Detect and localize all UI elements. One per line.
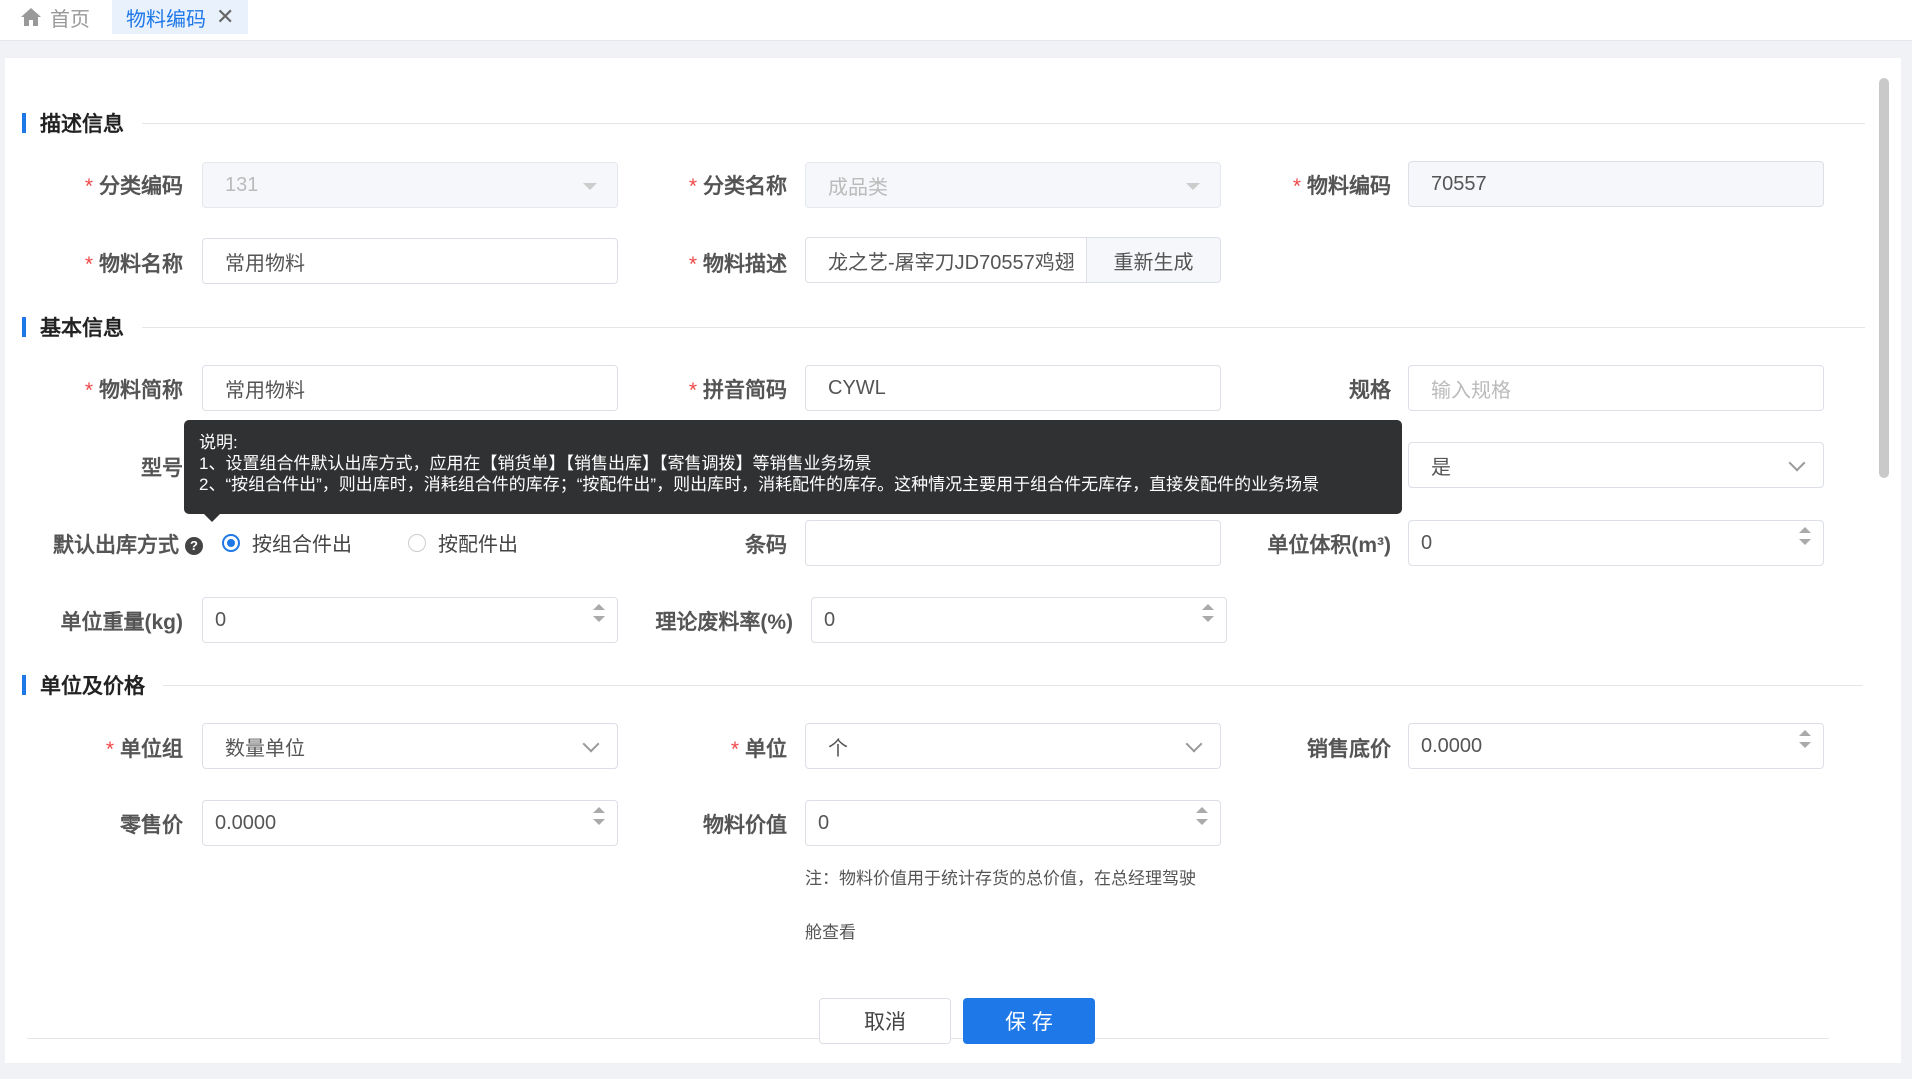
section-title: 单位及价格 [40, 675, 145, 698]
unit-group-select[interactable]: 数量单位 [202, 723, 618, 769]
radio-unchecked-icon [408, 533, 426, 552]
scrap-rate-input[interactable]: 0 [811, 597, 1227, 643]
spec-input[interactable]: 输入规格 [1408, 365, 1824, 411]
unit-select[interactable]: 个 [805, 723, 1221, 769]
unit-volume-input[interactable]: 0 [1408, 520, 1824, 566]
scrollbar-thumb[interactable] [1879, 78, 1889, 478]
spec-label: 规格 [1349, 379, 1391, 402]
category-name-select[interactable]: 成品类 [805, 162, 1221, 208]
section-divider [142, 326, 1865, 328]
outbound-help-tooltip: 说明: 1、设置组合件默认出库方式，应用在【销货单】【销售出库】【寄售调拨】等销… [184, 420, 1402, 522]
material-name-label: * 物料名称 [84, 253, 183, 276]
radio-parts[interactable]: 按配件出 [408, 528, 518, 557]
section-description: 描述信息 [22, 108, 1865, 138]
chevron-down-icon [1788, 454, 1806, 472]
home-icon [21, 8, 41, 26]
material-value-note: 注：物料价值用于统计存货的总价值，在总经理驾驶 [805, 869, 1196, 888]
stepper-icon[interactable] [1799, 730, 1811, 748]
unit-weight-label: 单位重量(kg) [60, 611, 184, 634]
stepper-icon[interactable] [593, 604, 605, 622]
retail-price-label: 零售价 [120, 814, 183, 837]
tab-home[interactable]: 首页 [20, 0, 90, 34]
unit-label: * 单位 [730, 738, 787, 761]
save-button[interactable]: 保 存 [963, 998, 1095, 1044]
stepper-icon[interactable] [1799, 527, 1811, 545]
barcode-label: 条码 [745, 534, 787, 557]
tab-home-label: 首页 [50, 8, 90, 31]
category-code-select[interactable]: 131 [202, 162, 618, 208]
third-select[interactable]: 是 [1408, 442, 1824, 488]
category-name-label: * 分类名称 [688, 175, 787, 198]
short-name-input[interactable]: 常用物料 [202, 365, 618, 411]
material-value-input[interactable]: 0 [805, 800, 1221, 846]
scrap-rate-label: 理论废料率(%) [655, 611, 793, 634]
stepper-icon[interactable] [1196, 807, 1208, 825]
close-icon[interactable]: ✕ [216, 4, 234, 30]
section-price: 单位及价格 [22, 670, 1863, 700]
tooltip-title: 说明: [199, 433, 238, 452]
short-name-label: * 物料简称 [84, 379, 183, 402]
min-price-label: 销售底价 [1307, 738, 1391, 761]
cancel-button[interactable]: 取消 [819, 998, 951, 1044]
radio-combination[interactable]: 按组合件出 [222, 528, 352, 557]
tab-material-code[interactable]: 物料编码 ✕ [112, 0, 249, 34]
section-marker [22, 675, 26, 695]
section-basic: 基本信息 [22, 312, 1865, 342]
tab-material-code-label: 物料编码 [126, 8, 206, 31]
section-marker [22, 317, 26, 337]
section-title: 描述信息 [40, 113, 124, 136]
regenerate-button[interactable]: 重新生成 [1087, 237, 1221, 283]
material-value-note-cont: 舱查看 [805, 923, 856, 942]
barcode-input[interactable] [805, 520, 1221, 566]
retail-price-input[interactable]: 0.0000 [202, 800, 618, 846]
unit-group-label: * 单位组 [105, 738, 183, 761]
min-price-input[interactable]: 0.0000 [1408, 723, 1824, 769]
material-code-label: * 物料编码 [1292, 175, 1391, 198]
section-title: 基本信息 [40, 317, 124, 340]
unit-weight-input[interactable]: 0 [202, 597, 618, 643]
tooltip-line-1: 1、设置组合件默认出库方式，应用在【销货单】【销售出库】【寄售调拨】等销售业务场… [199, 454, 872, 473]
chevron-down-icon [1186, 183, 1200, 190]
stepper-icon[interactable] [593, 807, 605, 825]
unit-volume-label: 单位体积(m³) [1267, 534, 1391, 557]
material-code-field[interactable]: 70557 [1408, 161, 1824, 207]
tooltip-arrow [204, 514, 220, 522]
material-value-label: 物料价值 [703, 814, 787, 837]
tooltip-line-2: 2、“按组合件出”，则出库时，消耗组合件的库存；“按配件出”，则出库时，消耗配件… [199, 475, 1320, 494]
pinyin-label: * 拼音简码 [688, 379, 787, 402]
outbound-label: 默认出库方式? [5, 529, 203, 559]
stepper-icon[interactable] [1202, 604, 1214, 622]
section-marker [22, 113, 26, 133]
section-divider [142, 122, 1865, 124]
chevron-down-icon [583, 183, 597, 190]
chevron-down-icon [582, 735, 600, 753]
radio-checked-icon [222, 533, 240, 552]
material-desc-input[interactable]: 龙之艺-屠宰刀JD70557鸡翅 [805, 237, 1087, 283]
material-desc-label: * 物料描述 [688, 253, 787, 276]
help-icon[interactable]: ? [185, 537, 203, 556]
chevron-down-icon [1185, 735, 1203, 753]
tab-bar: 首页 物料编码 ✕ [0, 0, 1912, 41]
material-name-input[interactable]: 常用物料 [202, 238, 618, 284]
model-label: 型号 [141, 457, 183, 480]
pinyin-input[interactable]: CYWL [805, 365, 1221, 411]
category-code-label: * 分类编码 [84, 175, 183, 198]
section-divider [163, 684, 1863, 686]
form-card: 描述信息 * 分类编码 131 * 分类名称 成品类 * 物料编码 70557 * 物料… [5, 58, 1901, 1063]
